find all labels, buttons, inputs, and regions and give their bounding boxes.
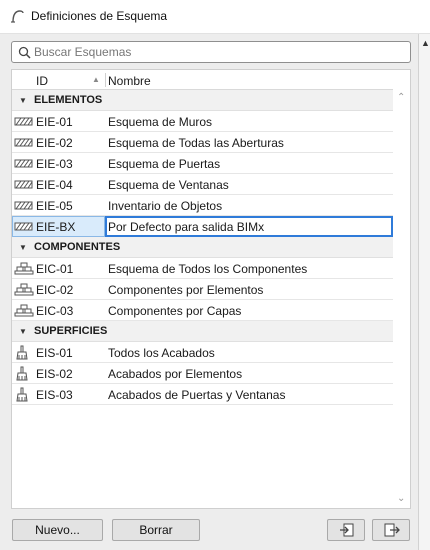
row-name: Acabados de Puertas y Ventanas (108, 388, 286, 402)
expand-triangle-icon[interactable]: ▼ (19, 243, 27, 252)
column-header-name[interactable]: Nombre (108, 74, 151, 88)
layered-components-icon (14, 283, 34, 296)
window-title: Definiciones de Esquema (31, 9, 168, 23)
column-divider[interactable] (105, 73, 106, 87)
row-name: Esquema de Todas las Aberturas (108, 136, 284, 150)
delete-button[interactable]: Borrar (112, 519, 200, 541)
row-id: EIE-01 (36, 115, 73, 129)
search-icon (18, 46, 31, 59)
expand-triangle-icon[interactable]: ▼ (19, 96, 27, 105)
row-name: Componentes por Elementos (108, 283, 264, 297)
row-name: Esquema de Todos los Componentes (108, 262, 308, 276)
hatched-element-icon (14, 222, 33, 231)
row-id: EIS-02 (36, 367, 73, 381)
row-id: EIE-04 (36, 178, 73, 192)
row-name: Inventario de Objetos (108, 199, 223, 213)
side-panel-edge[interactable]: ▲ (418, 34, 430, 550)
import-button[interactable] (327, 519, 365, 541)
import-icon (340, 523, 354, 537)
vertical-scrollbar[interactable]: ⌃ ⌄ (394, 90, 410, 508)
table-row-selected[interactable]: EIE-BX Por Defecto para salida BIMx (12, 216, 393, 237)
group-label: COMPONENTES (34, 241, 121, 253)
hatched-element-icon (14, 138, 33, 147)
scroll-down-icon[interactable]: ⌄ (397, 493, 405, 504)
hatched-element-icon (14, 201, 33, 210)
table-row[interactable]: EIE-01 Esquema de Muros (12, 111, 393, 132)
row-name: Por Defecto para salida BIMx (108, 220, 265, 234)
search-box[interactable] (11, 41, 411, 63)
table-row[interactable]: EIC-02 Componentes por Elementos (12, 279, 393, 300)
paint-brush-icon (16, 366, 28, 381)
new-button[interactable]: Nuevo... (12, 519, 103, 541)
sort-ascending-icon[interactable]: ▲ (92, 75, 100, 84)
row-name: Componentes por Capas (108, 304, 242, 318)
group-row-superficies[interactable]: ▼ SUPERFICIES (12, 321, 393, 342)
row-name: Esquema de Puertas (108, 157, 221, 171)
row-id: EIE-BX (36, 220, 76, 234)
row-id: EIC-01 (36, 262, 74, 276)
row-id: EIE-03 (36, 157, 73, 171)
table-row[interactable]: EIC-01 Esquema de Todos los Componentes (12, 258, 393, 279)
export-button[interactable] (372, 519, 410, 541)
table-row[interactable]: EIE-04 Esquema de Ventanas (12, 174, 393, 195)
group-label: ELEMENTOS (34, 94, 103, 106)
group-row-elementos[interactable]: ▼ ELEMENTOS (12, 90, 393, 111)
scroll-up-icon[interactable]: ⌃ (397, 92, 405, 103)
row-id: EIE-05 (36, 199, 73, 213)
row-name: Esquema de Muros (108, 115, 213, 129)
table-body: ▼ ELEMENTOS EIE-01 Esquema de Muros EIE-… (12, 90, 393, 405)
column-header-id[interactable]: ID (36, 74, 48, 88)
hatched-element-icon (14, 159, 33, 168)
table-row[interactable]: EIE-02 Esquema de Todas las Aberturas (12, 132, 393, 153)
group-row-componentes[interactable]: ▼ COMPONENTES (12, 237, 393, 258)
hatched-element-icon (14, 117, 33, 126)
paint-brush-icon (16, 387, 28, 402)
row-name: Acabados por Elementos (108, 367, 243, 381)
row-id: EIS-01 (36, 346, 73, 360)
layered-components-icon (14, 304, 34, 317)
export-icon (384, 523, 400, 537)
row-name: Todos los Acabados (108, 346, 215, 360)
group-label: SUPERFICIES (34, 325, 108, 337)
paint-brush-icon (16, 345, 28, 360)
table-row[interactable]: EIS-03 Acabados de Puertas y Ventanas (12, 384, 393, 405)
collapse-arrow-icon[interactable]: ▲ (421, 38, 430, 48)
title-bar: Definiciones de Esquema (0, 0, 430, 34)
row-id: EIC-03 (36, 304, 74, 318)
row-id: EIE-02 (36, 136, 73, 150)
table-row[interactable]: EIE-03 Esquema de Puertas (12, 153, 393, 174)
layered-components-icon (14, 262, 34, 275)
row-id: EIS-03 (36, 388, 73, 402)
hatched-element-icon (14, 180, 33, 189)
table-header: ID ▲ Nombre (12, 70, 393, 90)
row-name: Esquema de Ventanas (108, 178, 229, 192)
table-row[interactable]: EIC-03 Componentes por Capas (12, 300, 393, 321)
table-row[interactable]: EIS-02 Acabados por Elementos (12, 363, 393, 384)
table-row[interactable]: EIS-01 Todos los Acabados (12, 342, 393, 363)
search-input[interactable] (34, 44, 404, 60)
schedule-list-panel: ID ▲ Nombre ▼ ELEMENTOS EIE-01 Esquema d… (11, 69, 411, 509)
expand-triangle-icon[interactable]: ▼ (19, 327, 27, 336)
table-row[interactable]: EIE-05 Inventario de Objetos (12, 195, 393, 216)
row-id: EIC-02 (36, 283, 74, 297)
app-arc-icon (11, 10, 24, 23)
